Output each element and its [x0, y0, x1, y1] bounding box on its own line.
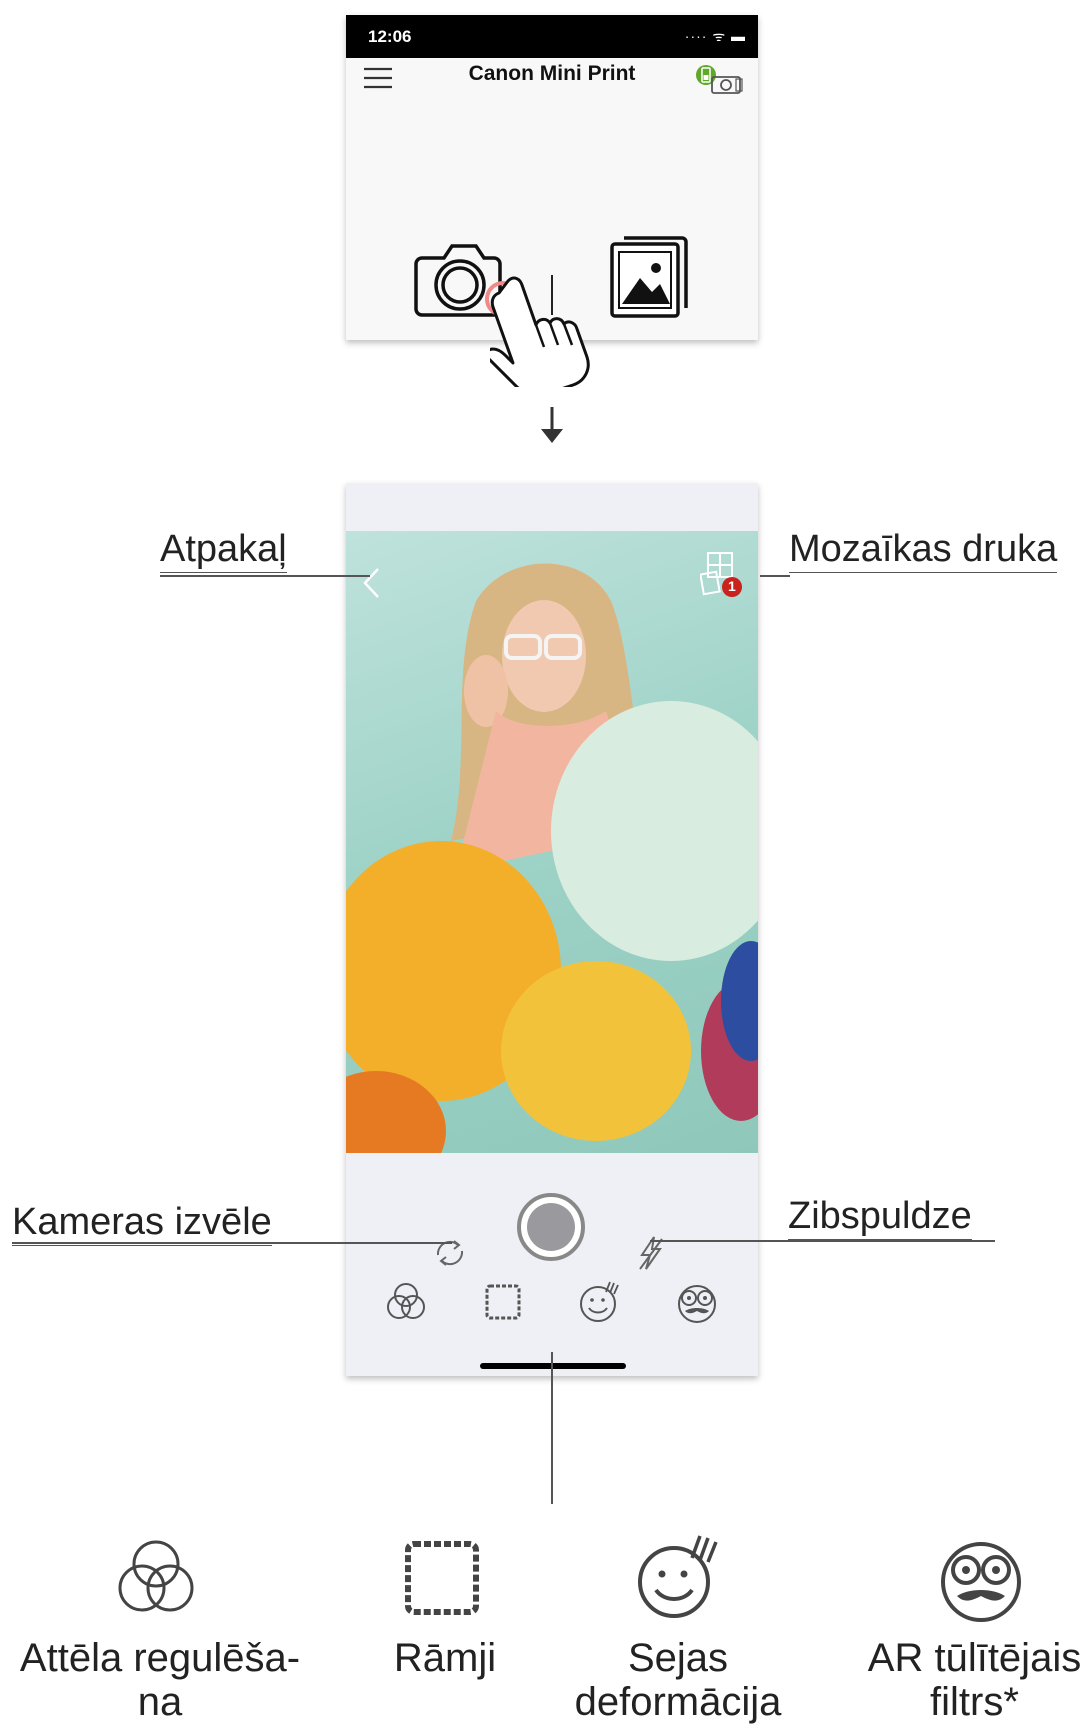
callout-back: Atpakaļ — [160, 530, 287, 573]
shutter-button[interactable] — [517, 1193, 585, 1261]
collage-button[interactable]: 1 — [699, 551, 744, 597]
ar-filter-icon — [941, 1542, 1021, 1622]
callout-camera-switch: Kameras izvēle — [12, 1203, 272, 1246]
toolbar-connector-line — [551, 1352, 553, 1504]
legend-label-face-warp: Sejas deformācija — [574, 1636, 782, 1724]
legend-label-ar-filter: AR tūlītējais filtrs* — [867, 1636, 1082, 1724]
tap-hand-icon — [490, 276, 590, 387]
image-adjust-icon[interactable] — [382, 1278, 430, 1326]
legend-label-frames: Rāmji — [393, 1636, 497, 1680]
down-arrow-icon — [541, 407, 563, 443]
callout-collage-line — [760, 575, 790, 577]
switch-camera-icon[interactable] — [430, 1233, 470, 1273]
back-chevron-icon[interactable] — [360, 566, 382, 600]
callout-camera-switch-line — [12, 1242, 452, 1244]
callout-collage: Mozaīkas druka — [789, 530, 1058, 573]
status-indicators: ···· ᯤ ▬ — [684, 28, 746, 44]
ar-filter-icon[interactable] — [673, 1278, 721, 1326]
callout-back-line — [160, 575, 370, 577]
frame-icon — [405, 1541, 479, 1615]
shutter-inner — [527, 1203, 575, 1251]
preview-image — [346, 563, 758, 1153]
flash-off-icon[interactable] — [636, 1233, 666, 1273]
face-warp-icon[interactable] — [576, 1278, 624, 1326]
callout-flash-line — [650, 1240, 995, 1242]
camera-preview: 1 — [346, 531, 758, 1153]
status-bar: 12:06 ···· ᯤ ▬ — [346, 15, 758, 58]
camera-controls — [346, 1153, 758, 1376]
gallery-icon[interactable] — [602, 230, 692, 330]
frame-icon[interactable] — [479, 1278, 527, 1326]
collage-badge: 1 — [728, 578, 736, 594]
face-warp-icon — [638, 1535, 718, 1618]
home-screen: 12:06 ···· ᯤ ▬ Canon Mini Print — [346, 15, 758, 387]
venn-adjust-icon — [118, 1540, 194, 1612]
home-indicator[interactable] — [480, 1363, 626, 1369]
legend-label-adjust: Attēla regulēša- na — [19, 1636, 301, 1724]
callout-flash: Zibspuldze — [788, 1197, 972, 1240]
printer-status-icon[interactable] — [694, 63, 744, 95]
status-time: 12:06 — [368, 27, 412, 46]
collage-icon — [699, 552, 742, 597]
